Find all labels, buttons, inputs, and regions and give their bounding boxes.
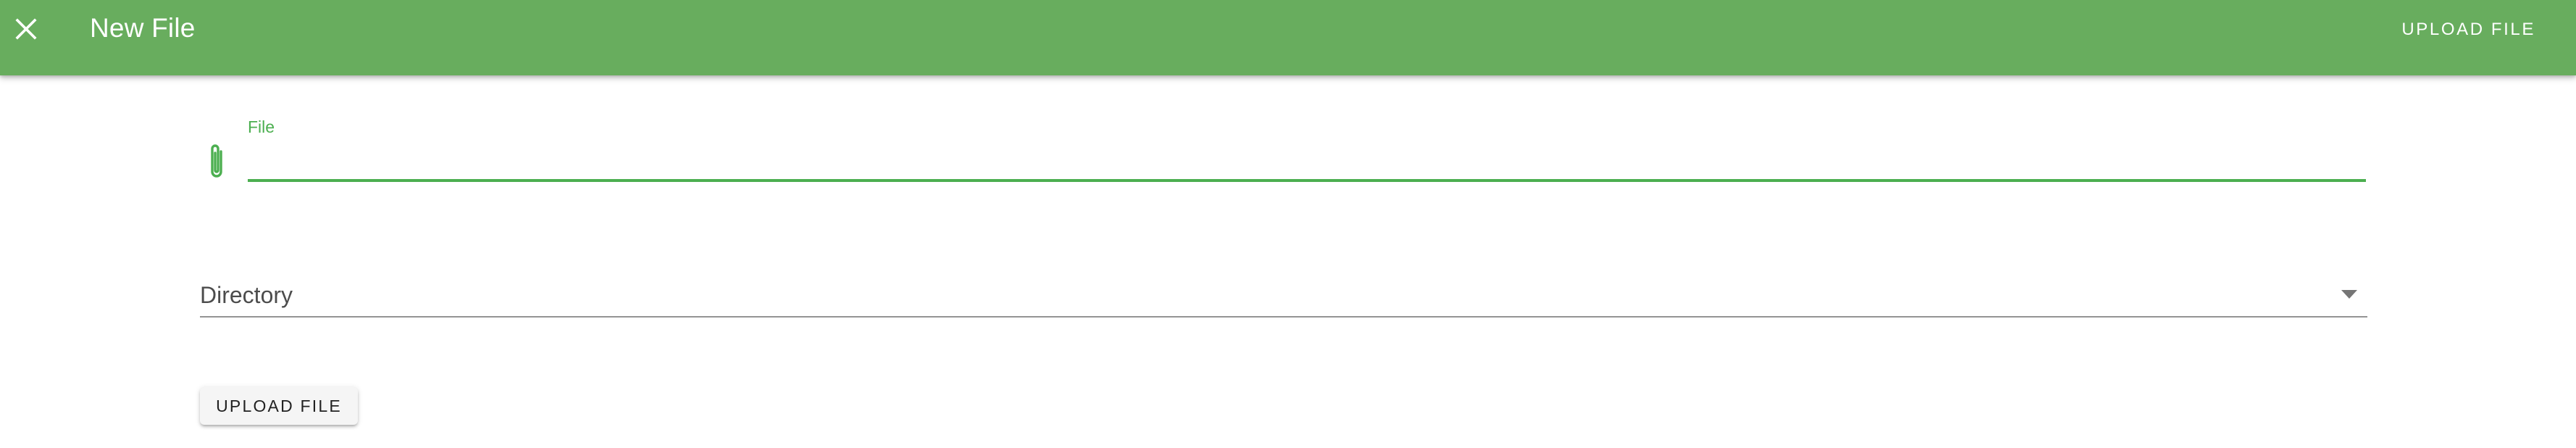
directory-select-value: Directory xyxy=(200,282,293,308)
app-toolbar: New File UPLOAD FILE xyxy=(0,0,2576,75)
close-button[interactable] xyxy=(0,3,52,55)
file-field: File xyxy=(200,109,2373,188)
dropdown-arrow-icon xyxy=(2341,290,2357,299)
upload-file-button[interactable]: UPLOAD FILE xyxy=(200,387,358,425)
file-field-label: File xyxy=(248,117,275,136)
toolbar-upload-file-button[interactable]: UPLOAD FILE xyxy=(2401,19,2535,41)
directory-select[interactable]: Directory xyxy=(200,268,2367,320)
directory-select-underline xyxy=(200,316,2367,318)
close-icon xyxy=(15,18,37,40)
page-title: New File xyxy=(90,13,196,43)
file-field-underline xyxy=(248,179,2366,182)
paperclip-icon xyxy=(211,144,222,178)
file-input[interactable] xyxy=(248,141,2366,180)
